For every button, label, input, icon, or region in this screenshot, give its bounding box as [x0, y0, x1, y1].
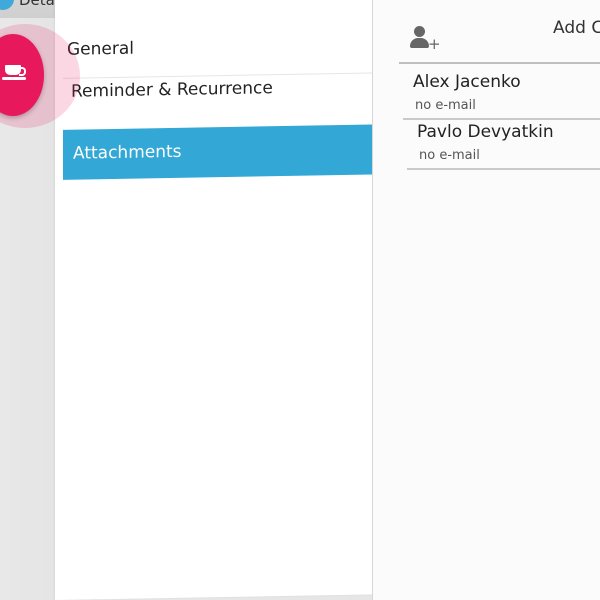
- menu-item-reminder-recurrence[interactable]: Reminder & Recurrence: [67, 76, 383, 122]
- menu-item-general[interactable]: General: [63, 34, 379, 79]
- details-menu-panel: General Reminder & Recurrence Attachment…: [55, 0, 416, 600]
- add-contact-button[interactable]: + Add Co: [399, 14, 600, 64]
- contact-item[interactable]: Pavlo Devyatkin no e-mail: [407, 118, 600, 170]
- app-icon: [0, 0, 14, 10]
- menu-item-label: General: [67, 38, 134, 60]
- menu-item-attachments[interactable]: Attachments: [63, 124, 379, 180]
- contact-name: Alex Jacenko: [413, 72, 521, 92]
- menu-item-label: Reminder & Recurrence: [71, 78, 273, 102]
- contact-name: Pavlo Devyatkin: [417, 122, 554, 142]
- add-user-icon: +: [409, 26, 441, 54]
- add-contact-label: Add Co: [553, 18, 600, 38]
- contact-item[interactable]: Alex Jacenko no e-mail: [403, 68, 600, 120]
- contact-email: no e-mail: [415, 98, 476, 113]
- contacts-panel: + Add Co Alex Jacenko no e-mail Pavlo De…: [372, 0, 600, 600]
- coffee-cup-icon: [2, 64, 26, 82]
- contact-email: no e-mail: [419, 148, 480, 163]
- window-title: Deta: [19, 0, 55, 9]
- menu-item-label: Attachments: [73, 141, 182, 164]
